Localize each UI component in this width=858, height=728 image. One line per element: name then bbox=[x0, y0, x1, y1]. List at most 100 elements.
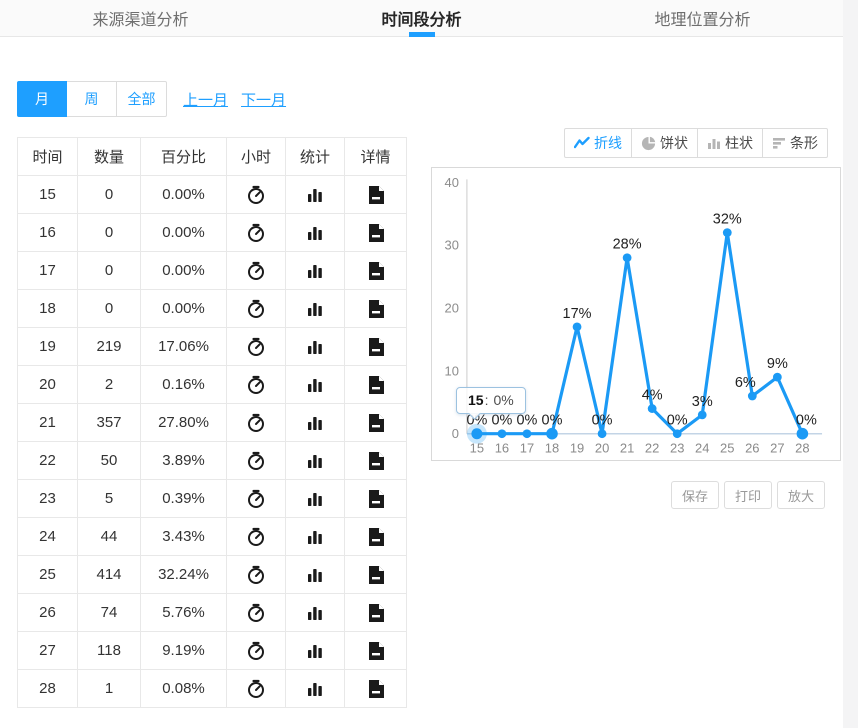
hour-action-cell[interactable] bbox=[227, 404, 286, 442]
details-action-cell[interactable] bbox=[345, 480, 407, 518]
column-header-time: 时间 bbox=[18, 138, 78, 176]
tab-source-channel[interactable]: 来源渠道分析 bbox=[0, 0, 281, 36]
main-content: 时间数量百分比小时统计详情 1500.00%1600.00%1700.00%18… bbox=[0, 128, 858, 708]
hour-action-cell[interactable] bbox=[227, 480, 286, 518]
stats-action-cell[interactable] bbox=[286, 670, 345, 708]
tab-label: 地理位置分析 bbox=[654, 6, 750, 30]
table-row: 2135727.80% bbox=[18, 404, 407, 442]
svg-text:20: 20 bbox=[595, 441, 609, 456]
cell-count: 0 bbox=[78, 290, 141, 328]
prev-month-link[interactable]: 上一月 bbox=[183, 89, 228, 110]
hour-action-cell[interactable] bbox=[227, 670, 286, 708]
save-button[interactable]: 保存 bbox=[671, 481, 719, 509]
cell-time: 18 bbox=[18, 290, 78, 328]
column-header-details: 详情 bbox=[345, 138, 407, 176]
cell-count: 50 bbox=[78, 442, 141, 480]
cell-time: 22 bbox=[18, 442, 78, 480]
document-icon bbox=[367, 375, 385, 395]
hour-action-cell[interactable] bbox=[227, 290, 286, 328]
details-action-cell[interactable] bbox=[345, 442, 407, 480]
hour-action-cell[interactable] bbox=[227, 594, 286, 632]
stats-action-cell[interactable] bbox=[286, 632, 345, 670]
cell-time: 16 bbox=[18, 214, 78, 252]
stats-action-cell[interactable] bbox=[286, 252, 345, 290]
stats-action-cell[interactable] bbox=[286, 442, 345, 480]
stats-action-cell[interactable] bbox=[286, 328, 345, 366]
hour-action-cell[interactable] bbox=[227, 518, 286, 556]
hour-action-cell[interactable] bbox=[227, 442, 286, 480]
cell-percent: 9.19% bbox=[141, 632, 227, 670]
chart-type-pie-button[interactable]: 饼状 bbox=[632, 128, 698, 158]
stats-action-cell[interactable] bbox=[286, 290, 345, 328]
hour-action-cell[interactable] bbox=[227, 214, 286, 252]
details-action-cell[interactable] bbox=[345, 366, 407, 404]
svg-text:4%: 4% bbox=[642, 388, 663, 404]
tab-geo-location[interactable]: 地理位置分析 bbox=[562, 0, 843, 36]
clock-icon bbox=[246, 603, 266, 623]
cell-percent: 0.16% bbox=[141, 366, 227, 404]
details-action-cell[interactable] bbox=[345, 252, 407, 290]
scrollbar-track[interactable] bbox=[843, 0, 858, 728]
stats-action-cell[interactable] bbox=[286, 518, 345, 556]
zoom-button[interactable]: 放大 bbox=[777, 481, 825, 509]
stats-action-cell[interactable] bbox=[286, 594, 345, 632]
details-action-cell[interactable] bbox=[345, 176, 407, 214]
hour-action-cell[interactable] bbox=[227, 328, 286, 366]
tab-label: 时间段分析 bbox=[381, 6, 461, 30]
column-header-count: 数量 bbox=[78, 138, 141, 176]
month-button[interactable]: 月 bbox=[17, 81, 67, 117]
tab-time-period[interactable]: 时间段分析 bbox=[281, 0, 562, 36]
week-button[interactable]: 周 bbox=[67, 81, 117, 117]
next-month-link[interactable]: 下一月 bbox=[241, 89, 286, 110]
chart-type-column-button[interactable]: 柱状 bbox=[698, 128, 763, 158]
bar-chart-icon bbox=[306, 604, 324, 622]
document-icon bbox=[367, 185, 385, 205]
details-action-cell[interactable] bbox=[345, 632, 407, 670]
table-row: 1800.00% bbox=[18, 290, 407, 328]
stats-action-cell[interactable] bbox=[286, 366, 345, 404]
cell-time: 24 bbox=[18, 518, 78, 556]
details-action-cell[interactable] bbox=[345, 214, 407, 252]
hour-action-cell[interactable] bbox=[227, 366, 286, 404]
stats-action-cell[interactable] bbox=[286, 480, 345, 518]
stats-action-cell[interactable] bbox=[286, 176, 345, 214]
svg-text:18: 18 bbox=[545, 441, 559, 456]
cell-percent: 32.24% bbox=[141, 556, 227, 594]
line-chart-canvas[interactable]: 01020304015161718192021222324252627280%0… bbox=[432, 168, 840, 460]
table-row: 2020.16% bbox=[18, 366, 407, 404]
print-button[interactable]: 打印 bbox=[724, 481, 772, 509]
stats-action-cell[interactable] bbox=[286, 404, 345, 442]
hour-action-cell[interactable] bbox=[227, 632, 286, 670]
details-action-cell[interactable] bbox=[345, 290, 407, 328]
svg-text:0%: 0% bbox=[517, 413, 538, 429]
bar-chart-icon bbox=[306, 376, 324, 394]
document-icon bbox=[367, 223, 385, 243]
details-action-cell[interactable] bbox=[345, 328, 407, 366]
document-icon bbox=[367, 451, 385, 471]
stats-action-cell[interactable] bbox=[286, 214, 345, 252]
details-action-cell[interactable] bbox=[345, 404, 407, 442]
table-row: 1500.00% bbox=[18, 176, 407, 214]
stats-action-cell[interactable] bbox=[286, 556, 345, 594]
details-action-cell[interactable] bbox=[345, 518, 407, 556]
chart-type-bar-button[interactable]: 条形 bbox=[763, 128, 828, 158]
hour-action-cell[interactable] bbox=[227, 252, 286, 290]
table-header-row: 时间数量百分比小时统计详情 bbox=[18, 138, 407, 176]
all-button[interactable]: 全部 bbox=[117, 81, 167, 117]
bar-chart-icon bbox=[306, 452, 324, 470]
period-button-group: 月 周 全部 bbox=[17, 81, 167, 117]
chart-type-line-button[interactable]: 折线 bbox=[564, 128, 632, 158]
details-action-cell[interactable] bbox=[345, 670, 407, 708]
hour-action-cell[interactable] bbox=[227, 556, 286, 594]
details-action-cell[interactable] bbox=[345, 594, 407, 632]
svg-text:0%: 0% bbox=[592, 413, 613, 429]
svg-text:10: 10 bbox=[445, 363, 459, 378]
hour-action-cell[interactable] bbox=[227, 176, 286, 214]
time-period-table: 时间数量百分比小时统计详情 1500.00%1600.00%1700.00%18… bbox=[17, 137, 407, 708]
cell-time: 28 bbox=[18, 670, 78, 708]
cell-percent: 0.39% bbox=[141, 480, 227, 518]
chart-panel: 01020304015161718192021222324252627280%0… bbox=[431, 167, 841, 461]
svg-text:16: 16 bbox=[495, 441, 509, 456]
details-action-cell[interactable] bbox=[345, 556, 407, 594]
cell-count: 5 bbox=[78, 480, 141, 518]
